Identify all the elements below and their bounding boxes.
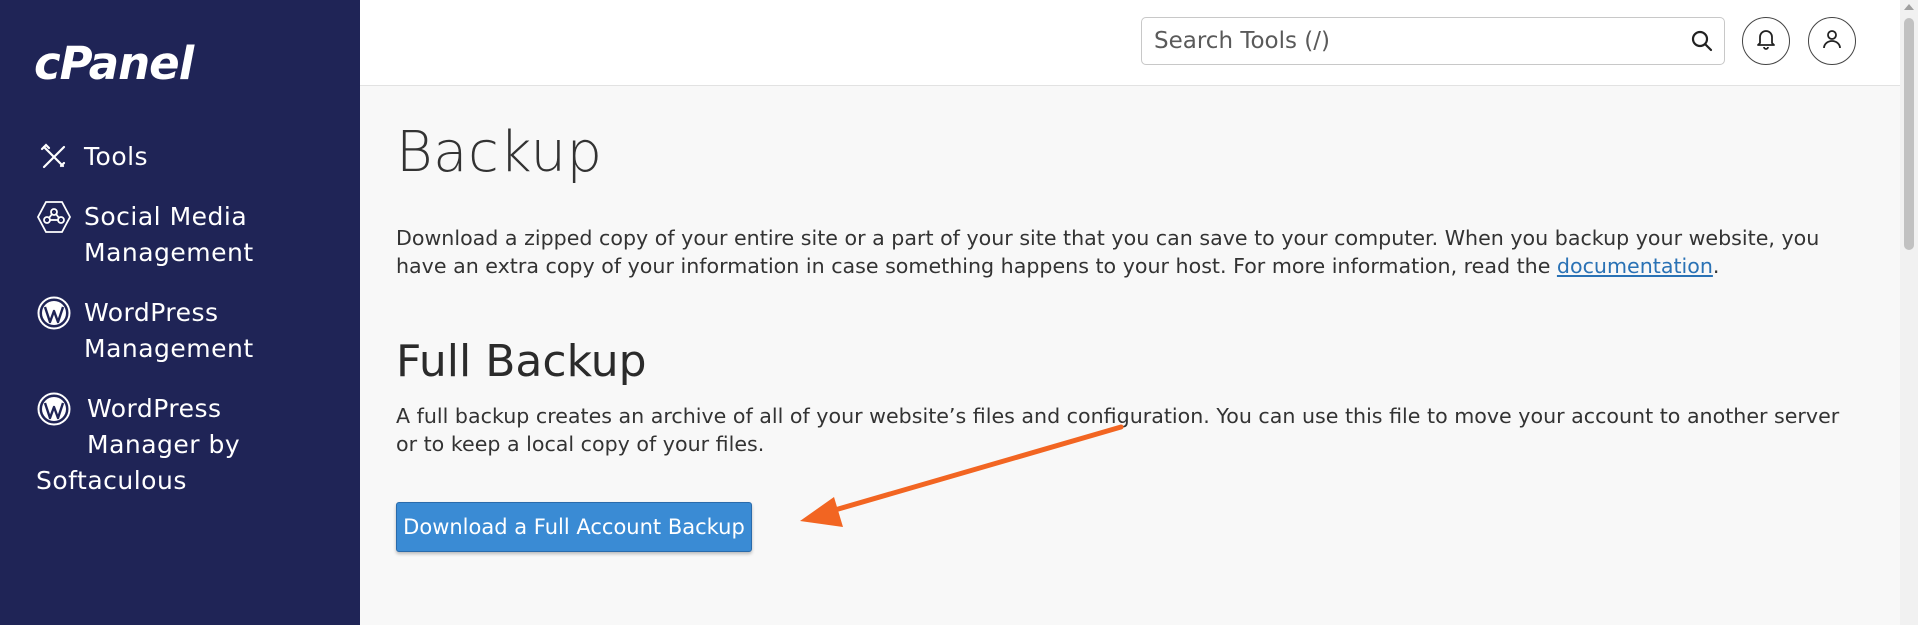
wordpress-icon <box>36 391 72 427</box>
section-title: Full Backup <box>396 336 647 387</box>
search-input[interactable] <box>1154 18 1674 64</box>
page-title: Backup <box>396 120 603 185</box>
scrollbar-thumb[interactable] <box>1904 18 1914 250</box>
search-icon[interactable] <box>1690 29 1714 53</box>
sidebar-item-wordpress-management[interactable]: WordPress Management <box>36 295 254 367</box>
search-box[interactable] <box>1141 17 1725 65</box>
user-icon <box>1821 28 1843 54</box>
sidebar-item-label: Tools <box>84 142 149 171</box>
wordpress-icon <box>36 295 72 331</box>
main-content: Backup Download a zipped copy of your en… <box>360 86 1900 625</box>
bell-icon <box>1756 28 1776 54</box>
scrollbar[interactable] <box>1900 0 1918 625</box>
description-period: . <box>1712 254 1720 278</box>
sidebar-item-label: WordPress <box>84 298 219 327</box>
page-description: Download a zipped copy of your entire si… <box>396 224 1866 280</box>
sidebar-item-tools[interactable]: Tools <box>36 139 148 175</box>
user-menu-button[interactable] <box>1808 17 1856 65</box>
cpanel-logo[interactable]: cPanel <box>34 38 194 90</box>
sidebar-item-label-line2: Management <box>84 238 254 267</box>
top-header <box>360 0 1900 86</box>
social-media-icon <box>36 199 72 235</box>
download-full-backup-button[interactable]: Download a Full Account Backup <box>396 502 752 552</box>
tools-icon <box>36 139 72 175</box>
sidebar-item-label-line2: Management <box>84 334 254 363</box>
sidebar-item-label: WordPress <box>87 394 222 423</box>
sidebar-item-label-line3: Softaculous <box>36 466 187 495</box>
notifications-button[interactable] <box>1742 17 1790 65</box>
sidebar-item-social-media[interactable]: Social Media Management <box>36 199 254 271</box>
sidebar-item-label: Social Media <box>84 202 248 231</box>
app-window: cPanel Tools Social Media Management Wor… <box>0 0 1918 625</box>
scroll-up-arrow[interactable] <box>1904 4 1914 10</box>
sidebar: cPanel Tools Social Media Management Wor… <box>0 0 360 625</box>
section-description: A full backup creates an archive of all … <box>396 404 1840 456</box>
sidebar-item-label-line2: Manager by <box>87 430 241 459</box>
documentation-link[interactable]: documentation <box>1557 254 1713 278</box>
sidebar-item-wordpress-softaculous[interactable]: WordPress Manager by Softaculous <box>36 391 241 499</box>
